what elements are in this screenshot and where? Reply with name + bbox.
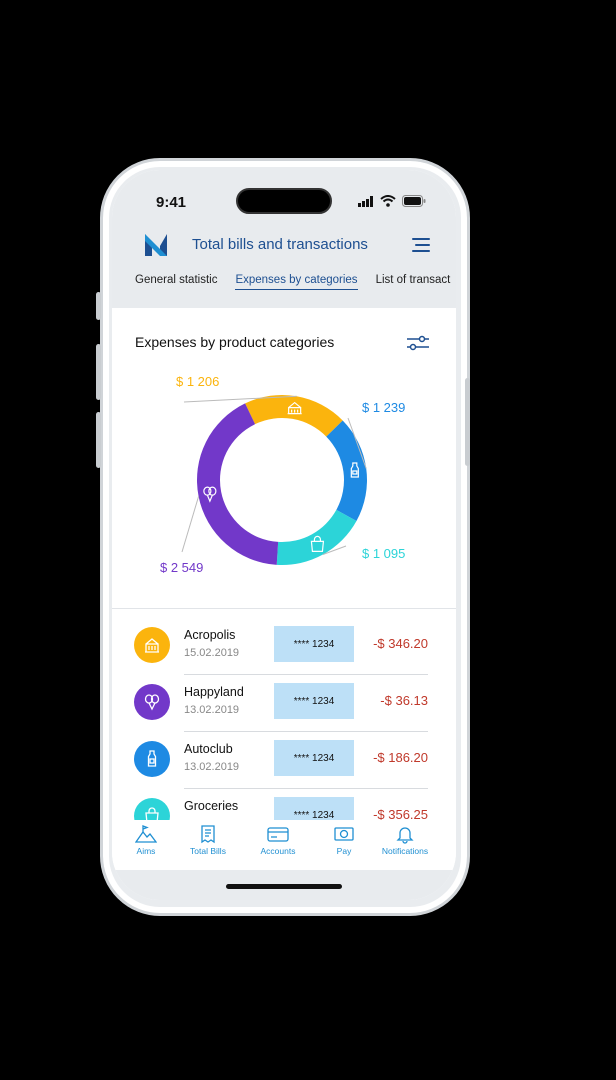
transaction-row[interactable]: Autoclub 13.02.2019 **** 1234 -$ 186.20 bbox=[112, 732, 456, 789]
slice-label: $ 2 549 bbox=[160, 560, 203, 575]
app-logo-icon bbox=[143, 232, 169, 258]
filter-settings-icon[interactable] bbox=[406, 335, 430, 351]
transaction-amount: -$ 36.13 bbox=[380, 693, 428, 708]
divider bbox=[112, 608, 456, 609]
tab-general-statistic[interactable]: General statistic bbox=[135, 274, 217, 290]
transaction-row[interactable]: Acropolis 15.02.2019 **** 1234 -$ 346.20 bbox=[112, 618, 456, 675]
volume-up-button bbox=[96, 344, 101, 400]
section-title: Expenses by product categories bbox=[135, 334, 335, 350]
transaction-name: Happyland bbox=[184, 685, 244, 699]
page-title: Total bills and transactions bbox=[192, 236, 368, 253]
transaction-date: 13.02.2019 bbox=[184, 761, 240, 773]
bottom-navigation: Aims Total Bills Accounts Pay Notificati… bbox=[112, 820, 456, 870]
transaction-date: 13.02.2019 bbox=[184, 704, 240, 716]
screen: 9:41 Total bills and transactions Genera… bbox=[112, 170, 456, 900]
card-icon bbox=[267, 827, 289, 842]
nav-notifications-label: Notifications bbox=[381, 846, 429, 856]
dollar-bill-icon bbox=[334, 827, 354, 841]
tab-list-of-transactions[interactable]: List of transact bbox=[376, 274, 451, 290]
hamburger-menu-icon[interactable] bbox=[412, 238, 430, 252]
transaction-list: Acropolis 15.02.2019 **** 1234 -$ 346.20… bbox=[112, 618, 456, 846]
donut-slice[interactable] bbox=[245, 395, 343, 437]
donut-slice[interactable] bbox=[326, 420, 367, 521]
category-icon-circle bbox=[134, 741, 170, 777]
bell-icon bbox=[396, 827, 414, 844]
home-indicator bbox=[226, 884, 342, 889]
slice-label: $ 1 206 bbox=[176, 374, 219, 389]
slice-label: $ 1 095 bbox=[362, 546, 405, 561]
card-number: **** 1234 bbox=[274, 740, 354, 776]
category-icon-circle bbox=[134, 684, 170, 720]
transaction-date: 15.02.2019 bbox=[184, 647, 240, 659]
slice-label: $ 1 239 bbox=[362, 400, 405, 415]
power-button bbox=[465, 378, 470, 466]
app-header: Total bills and transactions General sta… bbox=[112, 226, 456, 308]
tab-bar: General statistic Expenses by categories… bbox=[135, 274, 450, 290]
building-icon bbox=[145, 638, 159, 653]
nav-aims[interactable]: Aims bbox=[130, 824, 162, 856]
card-number: **** 1234 bbox=[274, 626, 354, 662]
bottle-icon bbox=[147, 750, 157, 767]
nav-total-bills-label: Total Bills bbox=[190, 846, 226, 856]
expenses-donut-chart: $ 1 206 $ 1 239 $ 1 095 $ 2 549 bbox=[160, 374, 405, 575]
donut-slice[interactable] bbox=[196, 403, 279, 565]
nav-accounts[interactable]: Accounts bbox=[258, 824, 298, 856]
mute-switch bbox=[96, 292, 101, 320]
transaction-name: Acropolis bbox=[184, 628, 236, 642]
nav-pay[interactable]: Pay bbox=[330, 824, 358, 856]
transaction-amount: -$ 186.20 bbox=[373, 750, 428, 765]
donut-slice[interactable] bbox=[276, 509, 357, 565]
bill-icon bbox=[201, 825, 215, 844]
status-icons bbox=[358, 195, 426, 207]
battery-icon bbox=[402, 195, 426, 207]
nav-aims-label: Aims bbox=[136, 846, 156, 856]
transaction-row[interactable]: Happyland 13.02.2019 **** 1234 -$ 36.13 bbox=[112, 675, 456, 732]
volume-down-button bbox=[96, 412, 101, 468]
transaction-amount: -$ 346.20 bbox=[373, 636, 428, 651]
status-bar: 9:41 bbox=[112, 170, 456, 226]
nav-notifications[interactable]: Notifications bbox=[380, 824, 430, 856]
tab-expenses-by-categories[interactable]: Expenses by categories bbox=[235, 274, 358, 290]
leader-line bbox=[181, 496, 200, 553]
nav-accounts-label: Accounts bbox=[260, 846, 296, 856]
card-number: **** 1234 bbox=[274, 683, 354, 719]
transaction-name: Autoclub bbox=[184, 742, 233, 756]
category-icon-circle bbox=[134, 627, 170, 663]
signal-icon bbox=[358, 195, 373, 207]
balloons-icon bbox=[144, 694, 160, 711]
home-indicator-area bbox=[112, 870, 456, 900]
wifi-icon bbox=[380, 195, 396, 207]
status-time: 9:41 bbox=[156, 194, 187, 211]
nav-total-bills[interactable]: Total Bills bbox=[188, 824, 228, 856]
nav-pay-label: Pay bbox=[336, 846, 352, 856]
mountain-flag-icon bbox=[135, 825, 157, 843]
transaction-name: Groceries bbox=[184, 799, 239, 813]
dynamic-island bbox=[236, 188, 332, 214]
